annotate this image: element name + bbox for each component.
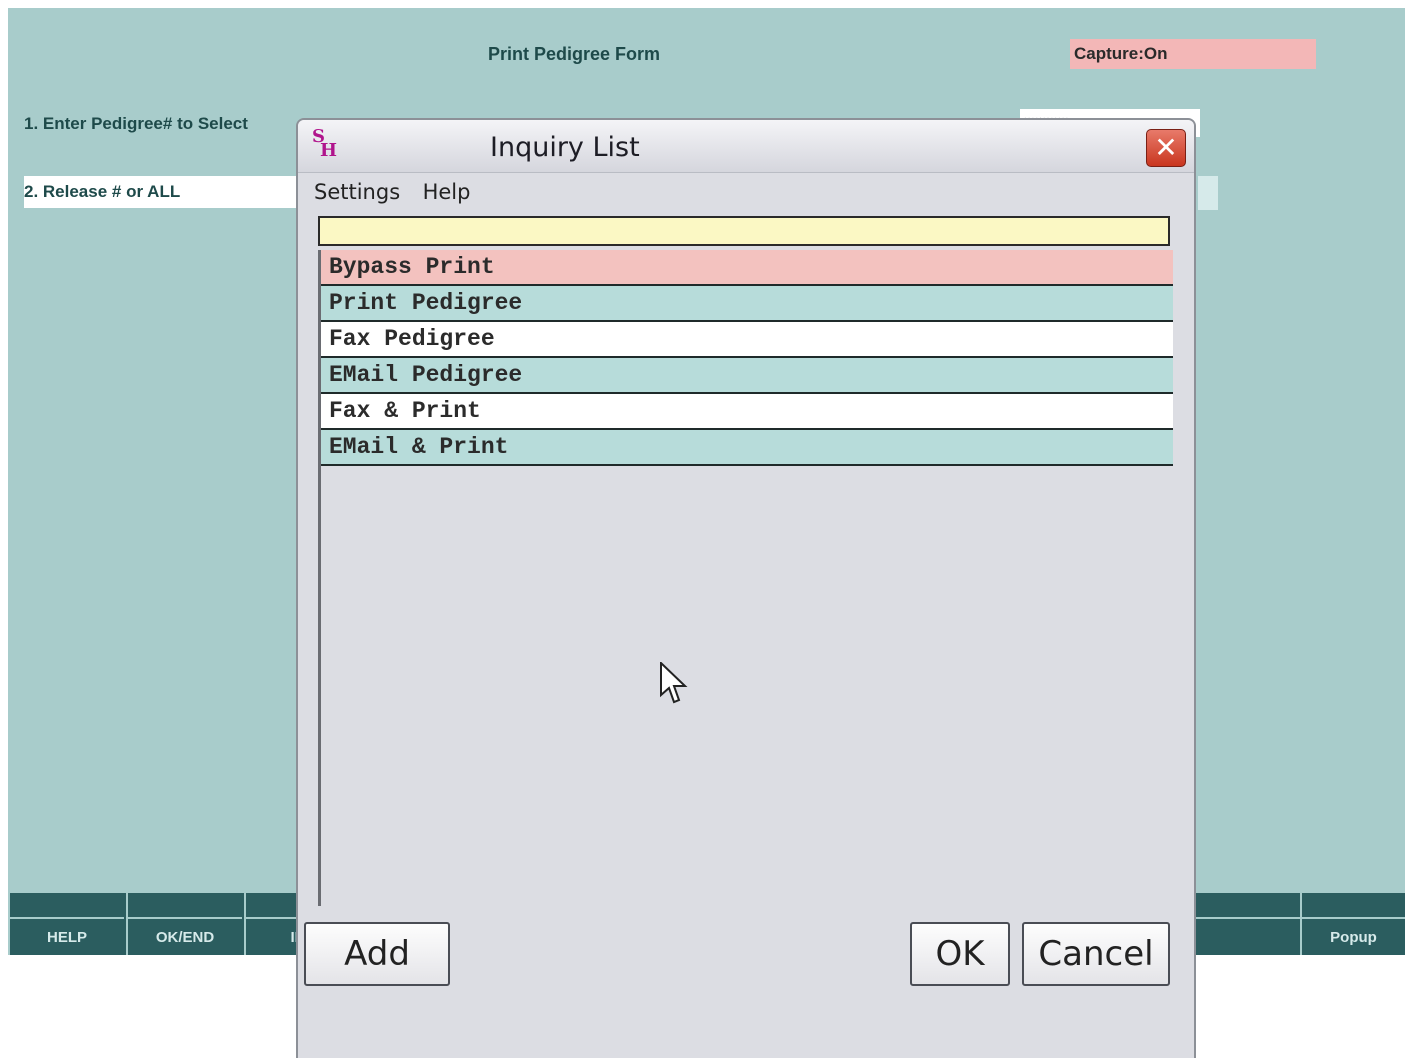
app-logo-icon: SH: [312, 126, 338, 161]
inquiry-list: Bypass Print Print Pedigree Fax Pedigree…: [318, 250, 1173, 906]
fkey-ok-end[interactable]: OK/END: [126, 893, 242, 955]
cancel-button[interactable]: Cancel: [1022, 922, 1170, 986]
ok-button[interactable]: OK: [910, 922, 1010, 986]
close-button[interactable]: ✕: [1146, 129, 1186, 167]
list-item-fax-and-print[interactable]: Fax & Print: [321, 394, 1173, 430]
capture-status-badge: Capture:On: [1070, 39, 1316, 69]
fkey-label: HELP: [46, 929, 87, 946]
page-title: Print Pedigree Form: [488, 44, 661, 64]
fkey-label: OK/END: [155, 929, 215, 946]
menu-settings[interactable]: Settings: [310, 176, 404, 208]
menu-help[interactable]: Help: [419, 176, 475, 208]
fkey-popup[interactable]: Popup: [1300, 893, 1405, 955]
fkey-help[interactable]: HELP: [8, 893, 124, 955]
dialog-titlebar[interactable]: SH Inquiry List ✕: [298, 120, 1194, 173]
fkey-11[interactable]: [1184, 893, 1300, 955]
dialog-menubar: Settings Help: [310, 176, 484, 210]
fkey-label: Popup: [1330, 929, 1377, 946]
fkey-label: [1186, 919, 1300, 929]
inquiry-list-dialog: SH Inquiry List ✕ Settings Help Bypass P…: [296, 118, 1196, 1058]
list-item-print-pedigree[interactable]: Print Pedigree: [321, 286, 1173, 322]
list-item-email-pedigree[interactable]: EMail Pedigree: [321, 358, 1173, 394]
close-icon: ✕: [1154, 132, 1178, 163]
add-button[interactable]: Add: [304, 922, 450, 986]
dialog-title: Inquiry List: [490, 132, 640, 163]
mouse-cursor-icon: [660, 662, 688, 704]
release-number-field[interactable]: [1198, 176, 1218, 210]
release-number-label: 2. Release # or ALL: [24, 176, 304, 208]
list-item-email-and-print[interactable]: EMail & Print: [321, 430, 1173, 466]
list-item-bypass-print[interactable]: Bypass Print: [321, 250, 1173, 286]
list-item-fax-pedigree[interactable]: Fax Pedigree: [321, 322, 1173, 358]
pedigree-select-label: 1. Enter Pedigree# to Select: [24, 114, 248, 133]
search-input[interactable]: [318, 216, 1170, 246]
